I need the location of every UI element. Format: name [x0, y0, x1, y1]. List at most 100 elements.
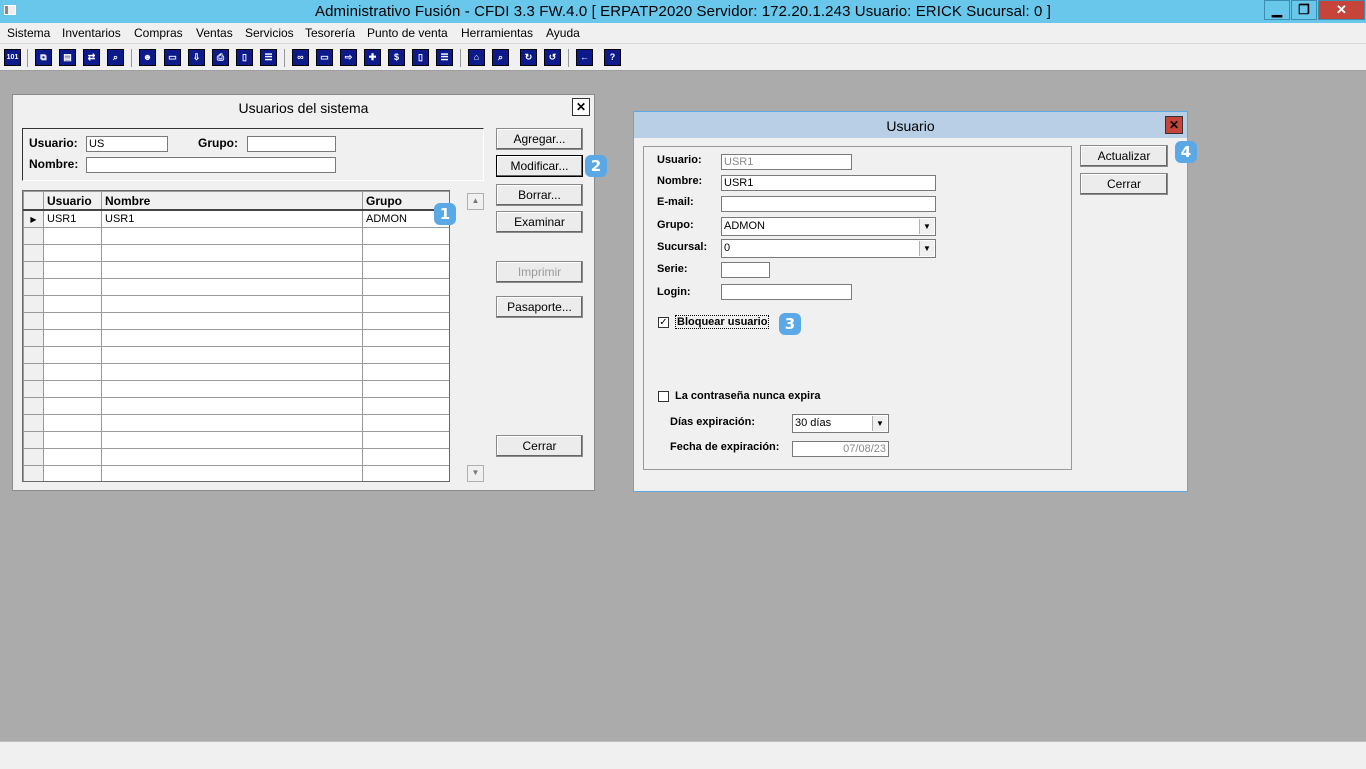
nunca-expira-checkbox[interactable]	[658, 391, 669, 402]
annotation-badge-4: 4	[1175, 141, 1197, 163]
table-row[interactable]	[23, 329, 449, 347]
table-row[interactable]	[23, 346, 449, 364]
menu-bar: Sistema Inventarios Compras Ventas Servi…	[0, 23, 1366, 44]
filter-panel: Usuario: US Grupo: Nombre:	[22, 128, 484, 181]
user-fields-panel: Usuario: USR1 Nombre: USR1 E-mail: Grupo…	[643, 146, 1072, 470]
menu-ayuda[interactable]: Ayuda	[546, 26, 580, 40]
toolbar-search-icon[interactable]: ⌕	[107, 49, 124, 66]
menu-ventas[interactable]: Ventas	[196, 26, 233, 40]
menu-punto-de-venta[interactable]: Punto de venta	[367, 26, 448, 40]
table-row[interactable]	[23, 244, 449, 262]
imprimir-button[interactable]: Imprimir	[496, 261, 583, 283]
toolbar-folder-icon[interactable]: ▭	[164, 49, 181, 66]
table-row[interactable]	[23, 312, 449, 330]
toolbar-binoculars-icon[interactable]: ∞	[292, 49, 309, 66]
maximize-button[interactable]: ❐	[1291, 0, 1317, 20]
usuario-filter-label: Usuario:	[29, 136, 78, 150]
table-row[interactable]	[23, 465, 449, 481]
table-row[interactable]	[23, 431, 449, 449]
grid-header-nombre[interactable]: Nombre	[101, 191, 363, 211]
nombre-input[interactable]: USR1	[721, 175, 936, 191]
nunca-expira-label[interactable]: La contraseña nunca expira	[675, 390, 821, 402]
menu-servicios[interactable]: Servicios	[245, 26, 294, 40]
toolbar-list-icon[interactable]: ☰	[260, 49, 277, 66]
chevron-down-icon[interactable]: ▼	[919, 241, 934, 256]
grupo-label: Grupo:	[657, 219, 694, 231]
grid-indicator-header	[23, 191, 44, 211]
chevron-down-icon[interactable]: ▼	[872, 416, 887, 431]
chevron-down-icon[interactable]: ▼	[919, 219, 934, 234]
table-row[interactable]	[23, 278, 449, 296]
table-row[interactable]	[23, 448, 449, 466]
app-titlebar: Administrativo Fusión - CFDI 3.3 FW.4.0 …	[0, 0, 1366, 23]
toolbar-import-icon[interactable]: ⇩	[188, 49, 205, 66]
fecha-expiracion-input[interactable]: 07/08/23	[792, 441, 889, 457]
table-row[interactable]	[23, 295, 449, 313]
cerrar-user-button[interactable]: Cerrar	[1080, 173, 1168, 195]
toolbar-copy-icon[interactable]: ⧉	[35, 49, 52, 66]
table-row[interactable]	[23, 397, 449, 415]
table-row[interactable]	[23, 380, 449, 398]
grid-header-usuario[interactable]: Usuario	[43, 191, 102, 211]
menu-sistema[interactable]: Sistema	[7, 26, 50, 40]
toolbar-box-icon[interactable]: ▭	[316, 49, 333, 66]
nombre-filter-input[interactable]	[86, 157, 336, 173]
serie-input[interactable]	[721, 262, 770, 278]
toolbar-back-icon[interactable]: ←	[576, 49, 593, 66]
fecha-expiracion-label: Fecha de expiración:	[670, 441, 780, 453]
toolbar-user-icon[interactable]: ☻	[139, 49, 156, 66]
menu-herramientas[interactable]: Herramientas	[461, 26, 533, 40]
usuario-input[interactable]: USR1	[721, 154, 852, 170]
toolbar-home-icon[interactable]: ⌂	[468, 49, 485, 66]
grid-scrollbar[interactable]: ▲ ▼	[467, 190, 484, 482]
email-input[interactable]	[721, 196, 936, 212]
menu-tesoreria[interactable]: Tesorería	[305, 26, 355, 40]
toolbar-help-icon[interactable]: ?	[604, 49, 621, 66]
user-dialog-close-button[interactable]: ✕	[1165, 116, 1183, 134]
grupo-filter-input[interactable]	[247, 136, 336, 152]
toolbar-export-icon[interactable]: ⇨	[340, 49, 357, 66]
menu-compras[interactable]: Compras	[134, 26, 183, 40]
cell-usuario[interactable]: USR1	[43, 209, 102, 228]
toolbar-document-icon[interactable]: ▯	[236, 49, 253, 66]
table-row[interactable]	[23, 414, 449, 432]
borrar-button[interactable]: Borrar...	[496, 184, 583, 206]
bloquear-usuario-label[interactable]: Bloquear usuario	[675, 315, 770, 329]
toolbar-undo-icon[interactable]: ↺	[544, 49, 561, 66]
toolbar-print-icon[interactable]: ⎙	[212, 49, 229, 66]
bloquear-usuario-checkbox[interactable]: ✓	[658, 317, 669, 328]
toolbar-swap-icon[interactable]: ⇄	[83, 49, 100, 66]
modificar-button[interactable]: Modificar...	[496, 155, 583, 177]
table-row[interactable]: ▶ USR1 USR1 ADMON	[23, 209, 449, 228]
toolbar-refresh-icon[interactable]: ↻	[520, 49, 537, 66]
scroll-down-icon[interactable]: ▼	[467, 465, 484, 482]
menu-inventarios[interactable]: Inventarios	[62, 26, 121, 40]
table-row[interactable]	[23, 227, 449, 245]
cell-nombre[interactable]: USR1	[101, 209, 363, 228]
minimize-button[interactable]: ▁	[1264, 0, 1290, 20]
login-input[interactable]	[721, 284, 852, 300]
grupo-select[interactable]: ADMON ▼	[721, 217, 936, 236]
toolbar-report-icon[interactable]: ▯	[412, 49, 429, 66]
dias-expiracion-select[interactable]: 30 días ▼	[792, 414, 889, 433]
scroll-up-icon[interactable]: ▲	[467, 193, 484, 210]
toolbar-dollar-icon[interactable]: $	[388, 49, 405, 66]
table-row[interactable]	[23, 261, 449, 279]
cerrar-users-button[interactable]: Cerrar	[496, 435, 583, 457]
toolbar-calculator-icon[interactable]: 101	[4, 49, 21, 66]
toolbar-add-icon[interactable]: ✚	[364, 49, 381, 66]
pasaporte-button[interactable]: Pasaporte...	[496, 296, 583, 318]
toolbar-table-icon[interactable]: ☰	[436, 49, 453, 66]
toolbar-clipboard-icon[interactable]: ▤	[59, 49, 76, 66]
users-dialog-close-button[interactable]: ✕	[572, 98, 590, 116]
usuario-filter-input[interactable]: US	[86, 136, 168, 152]
examinar-button[interactable]: Examinar	[496, 211, 583, 233]
close-window-button[interactable]: ✕	[1318, 0, 1365, 20]
agregar-button[interactable]: Agregar...	[496, 128, 583, 150]
actualizar-button[interactable]: Actualizar	[1080, 145, 1168, 167]
table-row[interactable]	[23, 363, 449, 381]
dias-expiracion-label: Días expiración:	[670, 416, 755, 428]
toolbar-zoom-icon[interactable]: ⌕	[492, 49, 509, 66]
sucursal-select[interactable]: 0 ▼	[721, 239, 936, 258]
serie-label: Serie:	[657, 263, 688, 275]
